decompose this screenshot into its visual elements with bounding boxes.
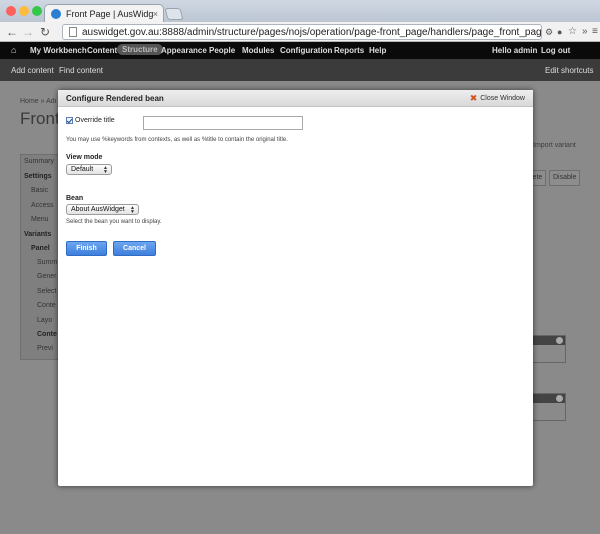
menu-structure[interactable]: Structure <box>117 44 163 55</box>
view-mode-select[interactable]: Default ▲ ▼ <box>66 164 112 175</box>
drupal-favicon-icon <box>51 8 61 19</box>
vtab-item: Layo <box>37 317 53 324</box>
find-content-link[interactable]: Find content <box>59 66 103 75</box>
browser-toolbar: ← → ↻ auswidget.gov.au:8888/admin/struct… <box>0 22 600 42</box>
menu-appearance[interactable]: Appearance <box>161 46 207 55</box>
menu-modules[interactable]: Modules <box>242 46 274 55</box>
vtab-item: Access <box>31 202 54 209</box>
bean-value: About AusWidget <box>71 206 125 213</box>
vtab-item: Select <box>37 288 57 295</box>
menu-my-workbench[interactable]: My Workbench <box>30 46 87 55</box>
lightbulb-icon[interactable]: ● <box>557 25 562 39</box>
finish-button[interactable]: Finish <box>66 241 107 256</box>
modal-title: Configure Rendered bean <box>66 94 164 103</box>
menu-reports[interactable]: Reports <box>334 46 364 55</box>
overflow-chevron-icon[interactable]: » <box>582 25 588 39</box>
menu-help[interactable]: Help <box>369 46 386 55</box>
home-icon[interactable]: ⌂ <box>11 45 16 55</box>
vtab-item: Panel <box>31 245 50 252</box>
import-variant-link: Import variant <box>533 142 576 149</box>
back-arrow-icon[interactable]: ← <box>6 25 18 39</box>
close-window-button[interactable]: ✖ Close Window <box>469 93 525 103</box>
browser-tabstrip: Front Page | AusWidget × <box>0 0 600 22</box>
user-greeting[interactable]: Hello admin <box>492 46 537 55</box>
vtab-item: Settings <box>24 173 52 180</box>
tab-close-icon[interactable]: × <box>153 9 158 19</box>
override-title-row: Override title <box>66 117 115 124</box>
pane-box <box>528 335 566 363</box>
vtab-item: Conte <box>37 331 57 338</box>
modal-header: Configure Rendered bean ✖ Close Window <box>58 90 533 107</box>
add-content-link[interactable]: Add content <box>11 66 54 75</box>
breadcrumb: Home » Adı <box>20 98 57 105</box>
browser-tab[interactable]: Front Page | AusWidget × <box>44 4 164 22</box>
menu-configuration[interactable]: Configuration <box>280 46 332 55</box>
minimize-window-dot[interactable] <box>19 6 29 16</box>
bean-select[interactable]: About AusWidget ▲ ▼ <box>66 204 139 215</box>
vtab-item: Summary <box>24 158 54 165</box>
close-icon: ✖ <box>469 93 478 103</box>
shortcuts-bar: Add content Find content Edit shortcuts <box>0 59 600 81</box>
menu-people[interactable]: People <box>209 46 235 55</box>
forward-arrow-icon[interactable]: → <box>22 25 34 39</box>
menu-icon[interactable]: ≡ <box>592 25 598 39</box>
zoom-window-dot[interactable] <box>32 6 42 16</box>
select-arrows-icon: ▲ ▼ <box>103 165 108 175</box>
bookmark-star-icon[interactable]: ☆ <box>568 25 577 39</box>
select-arrows-icon: ▲ ▼ <box>130 205 135 215</box>
url-text: auswidget.gov.au:8888/admin/structure/pa… <box>82 26 542 38</box>
vtab-item: Basic <box>31 187 49 194</box>
vtab-item: Previ <box>37 345 53 352</box>
modal-body: Override title You may use %keywords fro… <box>58 107 533 486</box>
view-mode-value: Default <box>71 166 94 173</box>
override-title-description: You may use %keywords from contexts, as … <box>66 137 288 143</box>
logout-link[interactable]: Log out <box>541 46 570 55</box>
pane-box <box>528 393 566 421</box>
new-tab-button[interactable] <box>164 8 184 20</box>
vtab-item: Variants <box>24 231 52 238</box>
vtab-item: Gener <box>37 273 57 280</box>
cancel-button[interactable]: Cancel <box>113 241 156 256</box>
vtab-item: Summ <box>37 259 58 266</box>
override-title-checkbox[interactable] <box>66 117 73 124</box>
disable-button: Disable <box>549 170 581 186</box>
edit-shortcuts-link[interactable]: Edit shortcuts <box>545 66 593 75</box>
vertical-tabs: Summary Settings Basic Access Menu Varia… <box>20 154 62 360</box>
admin-menu-bar: ⌂ My Workbench Content Structure Appeara… <box>0 42 600 59</box>
pane-gear-icon <box>556 395 563 402</box>
view-mode-label: View mode <box>66 154 103 161</box>
bean-label: Bean <box>66 195 84 202</box>
menu-content[interactable]: Content <box>87 46 117 55</box>
close-window-dot[interactable] <box>6 6 16 16</box>
pane-gear-icon <box>556 337 563 344</box>
tab-title: Front Page | AusWidget <box>66 8 153 19</box>
bean-description: Select the bean you want to display. <box>66 219 162 225</box>
address-bar[interactable]: auswidget.gov.au:8888/admin/structure/pa… <box>62 24 542 40</box>
vtab-item: Menu <box>31 216 49 223</box>
page-icon <box>69 27 77 37</box>
configure-bean-modal: Configure Rendered bean ✖ Close Window O… <box>58 90 533 486</box>
vtab-item: Conte <box>37 302 56 309</box>
override-title-input[interactable] <box>143 116 303 130</box>
override-title-label: Override title <box>75 117 115 124</box>
reload-icon[interactable]: ↻ <box>40 25 50 39</box>
close-window-label: Close Window <box>480 94 525 102</box>
page-title: Front <box>20 109 60 128</box>
extension-icon[interactable]: ⚙ <box>545 25 553 39</box>
